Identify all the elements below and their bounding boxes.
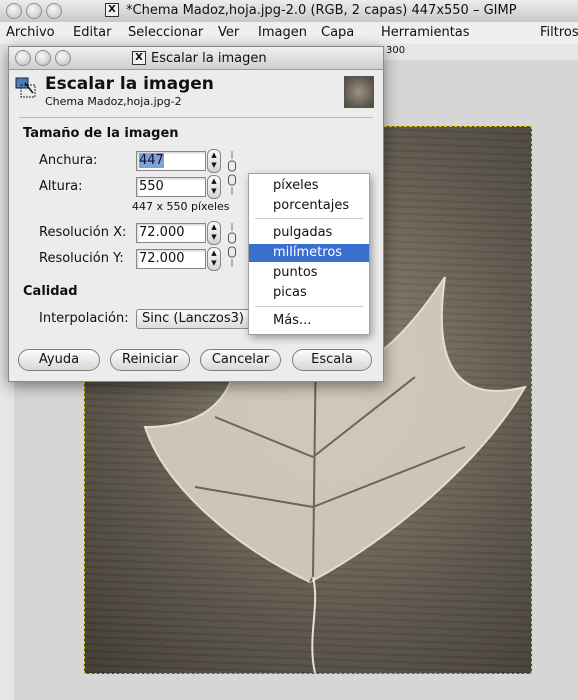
interpolation-select[interactable]: Sinc (Lanczos3) — [136, 309, 261, 329]
image-size-section-title: Tamaño de la imagen — [23, 126, 179, 141]
scale-button[interactable]: Escala — [292, 349, 372, 371]
unit-option-picas[interactable]: picas — [249, 284, 369, 302]
scale-tool-icon — [15, 77, 36, 98]
height-input[interactable]: 550 — [136, 177, 206, 197]
width-label: Anchura: — [39, 153, 98, 168]
menubar: Archivo Editar Seleccionar Ver Imagen Ca… — [0, 22, 578, 45]
image-thumbnail — [344, 76, 374, 108]
menu-filtros[interactable]: Filtros — [540, 25, 578, 40]
menu-divider — [255, 306, 363, 307]
menu-archivo[interactable]: Archivo — [6, 25, 55, 40]
close-dialog-button[interactable] — [15, 50, 31, 66]
divider — [19, 117, 373, 118]
height-label: Altura: — [39, 179, 83, 194]
dialog-header-title: Escalar la imagen — [45, 74, 214, 94]
cancel-button[interactable]: Cancelar — [200, 349, 281, 371]
res-x-spin-arrows-icon[interactable]: ▲ ▼ — [207, 221, 221, 245]
res-y-input[interactable]: 72.000 — [136, 249, 206, 269]
dialog-title: Escalar la imagen — [151, 51, 267, 66]
menu-divider — [255, 218, 363, 219]
reset-button[interactable]: Reiniciar — [110, 349, 190, 371]
x-icon: X — [132, 51, 146, 65]
menu-imagen[interactable]: Imagen — [258, 25, 307, 40]
dialog-header-subtitle: Chema Madoz,hoja.jpg-2 — [45, 95, 182, 108]
menu-capa[interactable]: Capa — [321, 25, 354, 40]
width-spin-arrows-icon[interactable]: ▲ ▼ — [207, 149, 221, 173]
res-x-input[interactable]: 72.000 — [136, 223, 206, 243]
help-button[interactable]: Ayuda — [18, 349, 100, 371]
unit-option-percent[interactable]: porcentajes — [249, 197, 369, 215]
zoom-window-button[interactable] — [46, 3, 62, 19]
res-y-spin-arrows-icon[interactable]: ▲ ▼ — [207, 247, 221, 271]
unit-option-pixels[interactable]: píxeles — [249, 177, 369, 195]
ruler-label: 300 — [386, 45, 406, 56]
menu-ver[interactable]: Ver — [218, 25, 239, 40]
res-y-label: Resolución Y: — [39, 251, 124, 266]
unit-option-millimeters[interactable]: milímetros — [249, 244, 369, 262]
chain-link-icon[interactable] — [227, 223, 237, 267]
dialog-titlebar: X Escalar la imagen — [9, 47, 383, 70]
menu-editar[interactable]: Editar — [73, 25, 112, 40]
unit-option-more[interactable]: Más... — [249, 312, 369, 330]
unit-option-points[interactable]: puntos — [249, 264, 369, 282]
width-input[interactable]: 447 — [136, 151, 206, 171]
window-title: *Chema Madoz,hoja.jpg-2.0 (RGB, 2 capas)… — [126, 3, 517, 18]
chain-link-icon[interactable] — [227, 151, 237, 195]
interpolation-label: Interpolación: — [39, 311, 129, 326]
menu-herramientas[interactable]: Herramientas — [381, 25, 470, 40]
minimize-window-button[interactable] — [26, 3, 42, 19]
menu-seleccionar[interactable]: Seleccionar — [128, 25, 203, 40]
res-x-label: Resolución X: — [39, 225, 127, 240]
unit-dropdown-menu: píxeles porcentajes pulgadas milímetros … — [248, 173, 370, 335]
width-value: 447 — [139, 153, 164, 168]
minimize-dialog-button[interactable] — [35, 50, 51, 66]
quality-section-title: Calidad — [23, 284, 78, 299]
zoom-dialog-button[interactable] — [55, 50, 71, 66]
height-spin-arrows-icon[interactable]: ▲ ▼ — [207, 175, 221, 199]
x-icon: X — [105, 3, 119, 17]
dimension-hint: 447 x 550 píxeles — [132, 200, 230, 213]
window-titlebar: X *Chema Madoz,hoja.jpg-2.0 (RGB, 2 capa… — [0, 0, 578, 23]
unit-option-inches[interactable]: pulgadas — [249, 224, 369, 242]
close-window-button[interactable] — [6, 3, 22, 19]
